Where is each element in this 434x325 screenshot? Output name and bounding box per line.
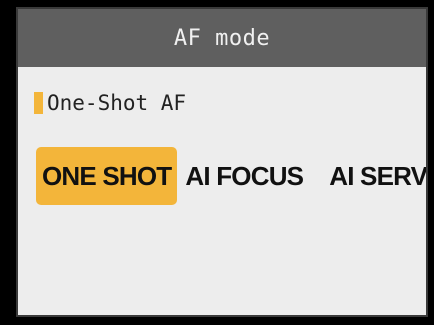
option-one-shot[interactable]: ONE SHOT xyxy=(36,147,178,205)
camera-menu-screen: AF mode One-Shot AF ONE SHOT AI FOCUS AI… xyxy=(16,7,428,317)
current-setting-label: One-Shot AF xyxy=(47,91,187,115)
title-bar: AF mode xyxy=(18,9,426,67)
option-ai-focus[interactable]: AI FOCUS xyxy=(179,147,309,205)
page-title: AF mode xyxy=(173,25,271,51)
current-setting: One-Shot AF xyxy=(34,91,186,115)
option-ai-servo[interactable]: AI SERVO xyxy=(323,147,426,205)
af-mode-options: ONE SHOT AI FOCUS AI SERVO xyxy=(36,147,426,205)
selection-marker-icon xyxy=(34,92,43,114)
